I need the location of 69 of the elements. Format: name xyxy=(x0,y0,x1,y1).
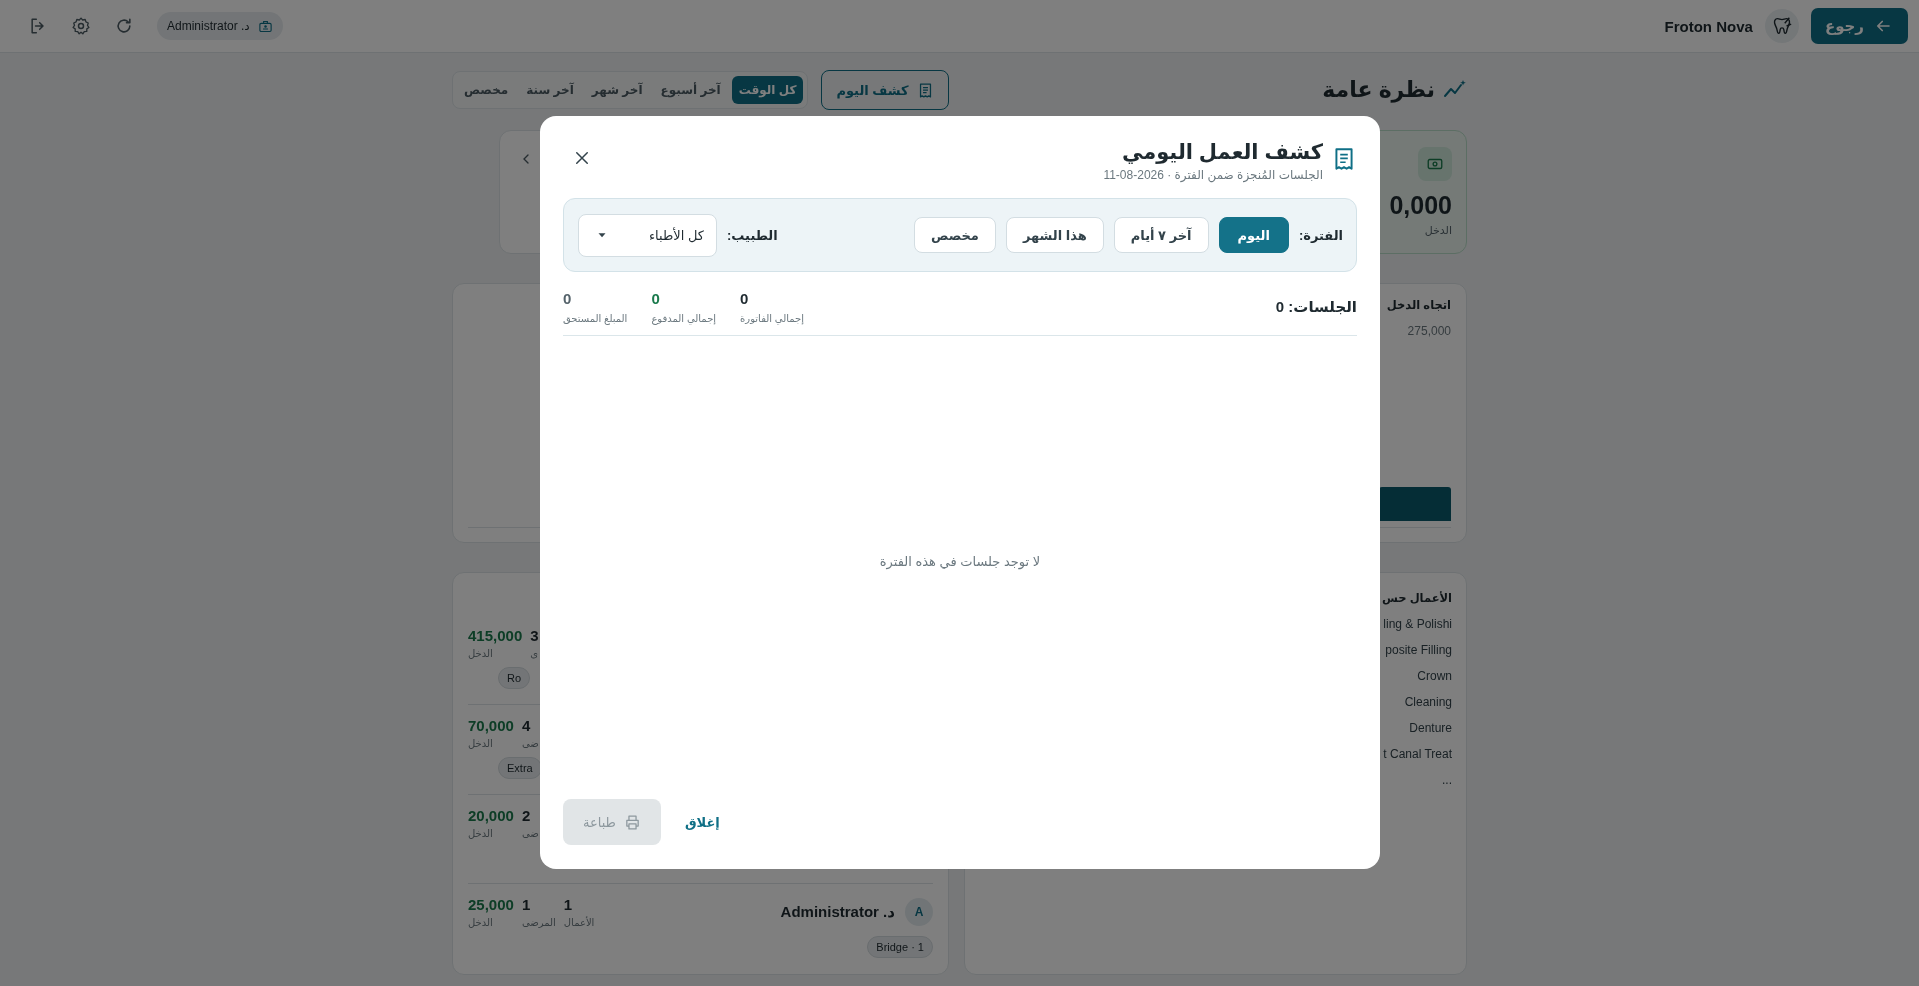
stat-value: 2 xyxy=(521,806,531,824)
stat-label: الدخل xyxy=(468,738,493,749)
stat-value: 0 xyxy=(651,289,660,307)
refresh-icon[interactable] xyxy=(114,16,134,36)
range-tab[interactable]: مخصص xyxy=(457,76,516,104)
stat-label: الأعمال xyxy=(563,917,595,929)
chart-bar xyxy=(1379,487,1451,521)
stat-value: 1 xyxy=(521,896,531,914)
treatment-name: Cleaning xyxy=(1404,695,1452,711)
app-name: Froton Nova xyxy=(1664,17,1753,35)
close-icon xyxy=(573,149,591,167)
doctor-name: د. Administrator xyxy=(780,903,895,922)
stat-label: ضى xyxy=(521,827,539,839)
stat-value: 1 xyxy=(563,896,573,914)
treatment-chip: Ro xyxy=(498,667,531,690)
stat-label: إجمالي المدفوع xyxy=(651,312,717,324)
range-tab[interactable]: آخر سنة xyxy=(519,76,581,104)
stat-value: 415,000 xyxy=(468,627,523,645)
stat-value: 0 xyxy=(740,289,749,307)
stat-label: الدخل xyxy=(468,917,493,929)
page-title: نظرة عامة xyxy=(1322,77,1435,103)
period-button[interactable]: هذا الشهر xyxy=(1005,217,1104,253)
back-button[interactable]: رجوع xyxy=(1810,8,1908,44)
stat-value: 4 xyxy=(521,717,531,734)
treatment-name: ling & Polishi xyxy=(1383,617,1452,633)
period-button[interactable]: اليوم xyxy=(1218,217,1289,253)
card-title: اتجاه الدخل xyxy=(1386,298,1451,312)
treatment-chip: Bridge · 1 xyxy=(867,936,933,959)
stat-value: 70,000 xyxy=(468,717,514,734)
range-tab[interactable]: آخر أسبوع xyxy=(653,76,728,104)
doctor-select[interactable]: كل الأطباء xyxy=(578,213,717,257)
doctor-label: الطبيب: xyxy=(727,227,778,243)
dialog-title: كشف العمل اليومي xyxy=(1120,140,1323,164)
stat-value: 20,000 xyxy=(468,806,514,824)
dialog-subtitle: الجلسات المُنجزة ضمن الفترة · 2026-08-11 xyxy=(1103,168,1323,182)
sessions-count: الجلسات: 0 xyxy=(1275,297,1357,316)
period-button[interactable]: آخر ٧ أيام xyxy=(1113,217,1209,253)
range-tab[interactable]: كل الوقت xyxy=(731,76,804,104)
avatar: A xyxy=(905,898,933,927)
daily-report-button[interactable]: كشف اليوم xyxy=(821,70,949,110)
stat-label: إجمالي الفاتورة xyxy=(740,312,804,324)
axis-label: 275,000 xyxy=(1407,324,1451,338)
stat-value: 3 xyxy=(530,627,539,645)
card-title: الأعمال حس xyxy=(1381,591,1452,605)
treatment-name: posite Filling xyxy=(1385,643,1452,659)
empty-message: لا توجد جلسات في هذه الفترة xyxy=(879,554,1041,572)
period-label: الفترة: xyxy=(1298,227,1343,243)
treatment-name: ... xyxy=(1442,773,1452,789)
period-button[interactable]: مخصص xyxy=(913,217,996,253)
stat-label: الدخل xyxy=(468,827,493,839)
stat-value: 25,000 xyxy=(468,896,514,914)
treatment-name: Denture xyxy=(1409,721,1452,737)
settings-icon[interactable] xyxy=(71,16,91,36)
stat-label: المبلغ المستحق xyxy=(563,312,628,324)
range-tab[interactable]: آخر شهر xyxy=(584,76,650,104)
treatment-name: t Canal Treat xyxy=(1383,747,1452,763)
income-label: الدخل xyxy=(1424,224,1452,237)
stat-label: ضى xyxy=(521,738,539,749)
banknote-icon xyxy=(1418,147,1452,181)
stat-label: المرضى xyxy=(521,917,556,929)
printer-icon xyxy=(623,813,641,831)
stat-value: 0 xyxy=(563,289,572,307)
treatment-name: Crown xyxy=(1417,669,1452,685)
stat-label: الدخل xyxy=(468,648,493,660)
user-chip[interactable]: د. Administrator xyxy=(157,12,283,40)
stat-label: ى xyxy=(530,648,539,660)
close-link[interactable]: إغلاق xyxy=(684,814,720,830)
treatment-chip: Extra xyxy=(498,757,542,779)
income-value: 0,000 xyxy=(1389,191,1452,220)
